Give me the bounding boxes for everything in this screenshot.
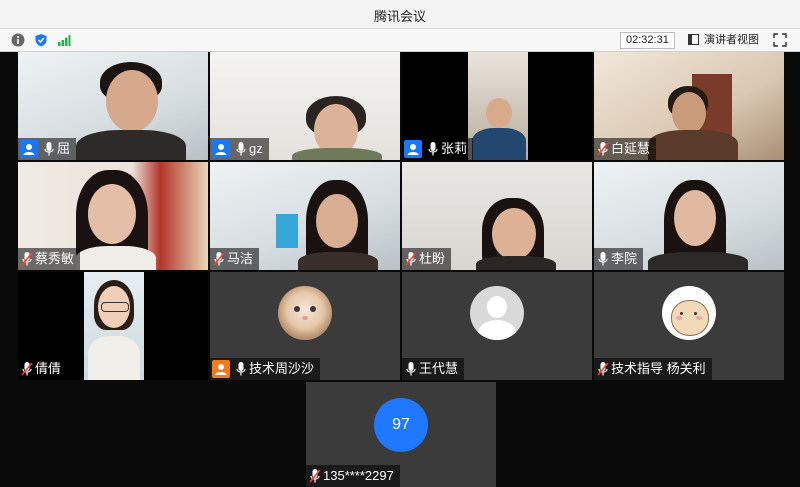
- participant-video: [84, 272, 144, 380]
- name-tag: 马洁: [210, 248, 260, 270]
- host-badge-icon: [212, 360, 230, 378]
- video-grid: 屈 gz 张莉 白延慧 蔡秀敏 马洁 杜盼 李院 倩倩 技术周沙沙 王代慧 技术…: [0, 52, 800, 487]
- microphone-icon: [428, 142, 438, 156]
- microphone-icon: [598, 252, 608, 266]
- microphone-muted-icon: [405, 252, 417, 266]
- name-tag: gz: [210, 138, 269, 160]
- participant-name: 蔡秀敏: [35, 251, 75, 266]
- participant-name: 技术周沙沙: [249, 361, 315, 376]
- name-tag: 李院: [594, 248, 644, 270]
- fullscreen-icon[interactable]: [773, 33, 787, 47]
- video-tile[interactable]: 技术周沙沙: [210, 272, 400, 380]
- microphone-muted-icon: [213, 252, 225, 266]
- video-tile[interactable]: 97 135****2297: [306, 382, 496, 487]
- host-badge-icon: [212, 140, 230, 158]
- participant-name: 倩倩: [35, 361, 62, 376]
- sticker-avatar-icon: [662, 286, 716, 340]
- speaker-view-label: 演讲者视图: [704, 34, 759, 46]
- microphone-icon: [236, 362, 246, 376]
- video-tile[interactable]: 倩倩: [18, 272, 208, 380]
- microphone-icon: [406, 362, 416, 376]
- video-tile[interactable]: gz: [210, 52, 400, 160]
- name-tag: 蔡秀敏: [18, 248, 81, 270]
- participant-name: 白延慧: [611, 141, 651, 156]
- host-badge-icon: [404, 140, 422, 158]
- cat-avatar-icon: [278, 286, 332, 340]
- name-tag: 135****2297: [306, 465, 400, 487]
- microphone-muted-icon: [597, 362, 609, 376]
- video-tile[interactable]: 李院: [594, 162, 784, 270]
- number-avatar: 97: [374, 398, 428, 452]
- participant-name: gz: [249, 141, 263, 156]
- default-avatar-icon: [470, 286, 524, 340]
- signal-icon[interactable]: [57, 33, 71, 47]
- speaker-view-icon: [688, 34, 699, 45]
- meeting-timer: 02:32:31: [620, 32, 675, 49]
- participant-name: 张莉: [441, 141, 468, 156]
- video-tile[interactable]: 蔡秀敏: [18, 162, 208, 270]
- microphone-muted-icon: [21, 362, 33, 376]
- shield-icon[interactable]: [34, 33, 48, 47]
- window-title: 腾讯会议: [373, 9, 426, 24]
- background-object: [276, 214, 298, 248]
- microphone-muted-icon: [309, 469, 321, 483]
- name-tag: 白延慧: [594, 138, 657, 160]
- video-tile[interactable]: 屈: [18, 52, 208, 160]
- microphone-muted-icon: [21, 252, 33, 266]
- speaker-view-button[interactable]: 演讲者视图: [686, 32, 759, 48]
- title-bar: 腾讯会议: [0, 0, 800, 29]
- name-tag: 技术指导 杨关利: [594, 358, 712, 380]
- microphone-icon: [44, 142, 54, 156]
- participant-name: 杜盼: [419, 251, 446, 266]
- host-badge-icon: [20, 140, 38, 158]
- microphone-icon: [236, 142, 246, 156]
- video-tile[interactable]: 王代慧: [402, 272, 592, 380]
- video-tile[interactable]: 杜盼: [402, 162, 592, 270]
- participant-name: 技术指导 杨关利: [611, 361, 706, 376]
- info-icon[interactable]: [11, 33, 25, 47]
- microphone-muted-icon: [597, 142, 609, 156]
- name-tag: 杜盼: [402, 248, 452, 270]
- participant-name: 135****2297: [323, 468, 394, 483]
- participant-video: [468, 52, 528, 160]
- name-tag: 王代慧: [402, 358, 465, 380]
- video-tile[interactable]: 白延慧: [594, 52, 784, 160]
- video-tile[interactable]: 马洁: [210, 162, 400, 270]
- name-tag: 倩倩: [18, 358, 68, 380]
- name-tag: 张莉: [402, 138, 474, 160]
- name-tag: 屈: [18, 138, 77, 160]
- video-tile[interactable]: 技术指导 杨关利: [594, 272, 784, 380]
- participant-name: 王代慧: [419, 361, 459, 376]
- participant-name: 马洁: [227, 251, 254, 266]
- meeting-toolbar: 02:32:31 演讲者视图: [0, 29, 800, 52]
- participant-name: 李院: [611, 251, 638, 266]
- name-tag: 技术周沙沙: [210, 358, 321, 380]
- participant-name: 屈: [57, 141, 71, 156]
- video-tile[interactable]: 张莉: [402, 52, 592, 160]
